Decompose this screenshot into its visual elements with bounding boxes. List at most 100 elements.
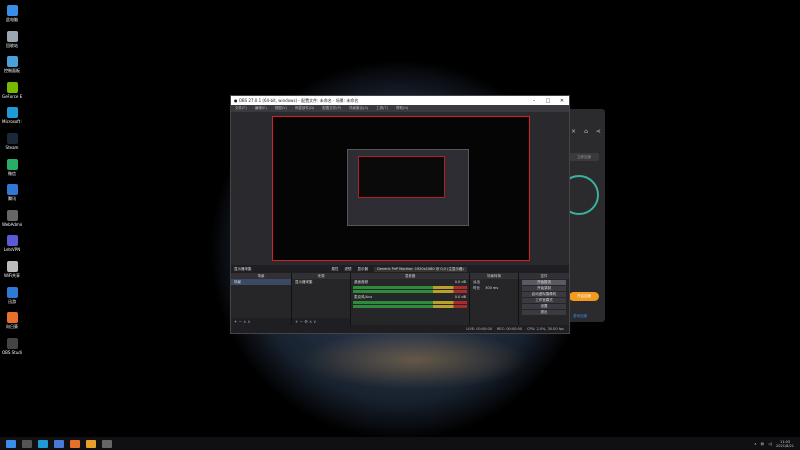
nested-obs-capture: [347, 149, 469, 226]
window-controls: – □ ✕: [527, 98, 569, 104]
source-toolbar: 显示器采集 属性 滤镜 显示器 Generic PnP Monitor: 192…: [231, 265, 569, 273]
desktop-shortcut[interactable]: 微信: [2, 158, 22, 176]
close-icon[interactable]: ×: [571, 128, 576, 135]
desktop-shortcut[interactable]: OBS Studio: [2, 337, 22, 355]
desktop-shortcut[interactable]: WiFi共享: [2, 261, 22, 278]
source-item[interactable]: 显示器采集: [292, 279, 350, 285]
track-name: 麦克风/Aux: [354, 295, 373, 299]
desktop-shortcut[interactable]: Microsoft Edge: [2, 107, 22, 124]
statusbar: LIVE: 00:00:00 REC: 00:00:00 CPU: 2.0%, …: [231, 325, 569, 333]
obs-window: ● OBS 27.0.1 (64-bit, windows) - 配置文件: 未…: [230, 95, 570, 334]
shortcut-icon: [6, 312, 18, 324]
network-icon[interactable]: ▤: [761, 442, 768, 446]
control-button[interactable]: 工作室模式: [522, 298, 566, 303]
menu-item[interactable]: 工具(T): [372, 106, 392, 111]
shortcut-icon: [6, 337, 18, 349]
menu-item[interactable]: 场景集合(S): [345, 106, 372, 111]
game-accelerate-link[interactable]: 游戏加速: [573, 314, 587, 319]
control-button[interactable]: 启动虚拟摄像机: [522, 292, 566, 297]
shortcut-icon: [6, 107, 18, 119]
properties-button[interactable]: 属性: [332, 267, 339, 272]
menu-item[interactable]: 配置文件(P): [318, 106, 345, 111]
desktop-shortcut[interactable]: 向日葵: [2, 312, 22, 329]
desktop-shortcut[interactable]: WebAdmin: [2, 209, 22, 227]
volume-slider[interactable]: [353, 305, 467, 308]
search-icon[interactable]: [22, 439, 32, 448]
menubar: 文件(F) 编辑(E) 视图(V) 停靠部件(D) 配置文件(P) 场景集合(S) 工具(T…: [231, 105, 569, 112]
shortcut-label: 微信: [8, 170, 16, 176]
edge-icon[interactable]: [38, 439, 48, 448]
start-accelerate-button[interactable]: 开启加速: [569, 292, 599, 301]
maximize-icon[interactable]: □: [541, 98, 555, 104]
start-icon[interactable]: [6, 439, 16, 448]
volume-meter: [353, 286, 467, 289]
menu-item[interactable]: 视图(V): [271, 106, 291, 111]
display-select[interactable]: Generic PnP Monitor: 1920x1080 @ 0,0 (主显…: [374, 266, 467, 272]
desktop-shortcut[interactable]: 此电脑: [2, 5, 22, 22]
volume-icon[interactable]: ◁): [768, 442, 776, 446]
shortcut-label: WebAdmin: [2, 221, 22, 227]
control-button[interactable]: 退出: [522, 310, 566, 315]
clock[interactable]: 11:03 2021/8/21: [776, 440, 800, 448]
scene-item[interactable]: 场景: [231, 279, 291, 285]
shortcut-icon: [6, 133, 18, 144]
minimize-icon[interactable]: –: [527, 98, 541, 104]
mixer-track-desktop: 桌面音频 0.0 dB: [351, 279, 469, 285]
desktop-shortcut[interactable]: 回收站: [2, 30, 22, 48]
shortcut-label: 腾讯: [8, 196, 16, 202]
side-app-pill[interactable]: 立即加速: [569, 153, 599, 161]
desktop-shortcut[interactable]: 控制面板: [2, 56, 22, 73]
duration-value[interactable]: 300 ms: [481, 286, 498, 290]
side-app-toolbar: × ⌂ ⋖: [567, 109, 605, 135]
controls-title: 控件: [519, 273, 569, 279]
track-level: 0.0 dB: [454, 295, 466, 299]
menu-item[interactable]: 编辑(E): [251, 106, 271, 111]
system-tray: ∧ ▤ ◁) 11:03 2021/8/21: [754, 440, 800, 448]
volume-slider[interactable]: [353, 290, 467, 293]
nested-preview: [358, 156, 445, 198]
side-app-window: × ⌂ ⋖ 立即加速 开启加速 游戏加速: [559, 109, 605, 322]
desktop-shortcut[interactable]: 腾讯: [2, 184, 22, 201]
home-icon[interactable]: ⌂: [584, 128, 588, 135]
scenes-footer[interactable]: + − ∧ ∨: [231, 318, 291, 325]
shortcut-icon: [6, 158, 18, 170]
shortcut-label: GeForce Experience: [2, 93, 22, 99]
app-icon[interactable]: [54, 439, 64, 448]
shortcut-icon: [6, 5, 18, 16]
controls-list: 开始推流 开始录制 启动虚拟摄像机 工作室模式 设置 退出: [519, 280, 569, 315]
menu-item[interactable]: 停靠部件(D): [291, 106, 318, 111]
app-icon[interactable]: [70, 439, 80, 448]
control-button[interactable]: 设置: [522, 304, 566, 309]
desktop-shortcut[interactable]: GeForce Experience: [2, 81, 22, 99]
shortcut-label: 此电脑: [6, 17, 18, 22]
shortcut-icon: [6, 81, 18, 93]
control-button[interactable]: 开始推流: [522, 280, 566, 285]
shortcut-icon: [6, 261, 18, 272]
obs-titlebar: ● OBS 27.0.1 (64-bit, windows) - 配置文件: 未…: [231, 96, 569, 105]
app-icon[interactable]: [86, 439, 96, 448]
shortcut-icon: [6, 209, 18, 221]
sources-footer[interactable]: + − ⚙ ∧ ∨: [292, 318, 350, 325]
preview-canvas[interactable]: [272, 116, 530, 261]
shortcut-icon: [6, 30, 18, 42]
shortcut-label: 向日葵: [6, 324, 18, 330]
taskbar: ∧ ▤ ◁) 11:03 2021/8/21: [0, 437, 800, 450]
cpu-status: CPU: 2.0%, 30.00 fps: [527, 327, 564, 331]
desktop-shortcut[interactable]: LetsVPN: [2, 235, 22, 252]
shortcut-label: Microsoft Edge: [2, 119, 22, 125]
share-icon[interactable]: ⋖: [596, 128, 601, 135]
shortcut-label: WiFi共享: [3, 273, 21, 278]
desktop-shortcut[interactable]: 迅游: [2, 286, 22, 304]
sources-dock: 来源 显示器采集 + − ⚙ ∧ ∨: [292, 273, 351, 325]
desktop-shortcut[interactable]: Steam: [2, 133, 22, 150]
obs-taskbar-icon[interactable]: [102, 439, 112, 448]
transition-duration[interactable]: 时长 300 ms: [470, 285, 518, 291]
track-name: 桌面音频: [354, 280, 368, 284]
transitions-dock: 场景转换 淡出 时长 300 ms: [470, 273, 519, 325]
menu-item[interactable]: 文件(F): [231, 106, 251, 111]
control-button[interactable]: 开始录制: [522, 286, 566, 291]
volume-meter: [353, 301, 467, 304]
menu-item[interactable]: 帮助(H): [392, 106, 412, 111]
filters-button[interactable]: 滤镜: [345, 267, 352, 272]
close-icon[interactable]: ✕: [555, 98, 569, 104]
